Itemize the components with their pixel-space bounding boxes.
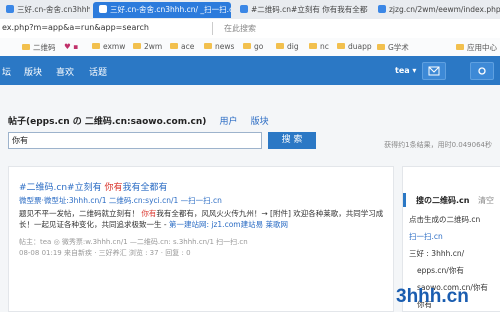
site-link[interactable]: 第一建站网: jz1.com建站易 莱歌网 xyxy=(169,220,288,229)
folder-icon xyxy=(170,43,178,49)
folder-icon xyxy=(133,43,141,49)
folder-icon xyxy=(276,43,284,49)
bookmark-item[interactable]: go xyxy=(243,42,263,51)
bookmark-item[interactable]: news xyxy=(204,42,234,51)
result-stats-line: 08-08 01:19 来自新疾 · 三好养汇 浏览 : 37 · 回复 : 0 xyxy=(19,249,191,257)
browser-tab-bar: 三好.cn-舍舍.cn3hhh.cn 三好.cn-舍舍.cn3hhh.cn/ _… xyxy=(0,0,500,20)
bookmarks-bar: 二维码 ♥ ▪ exmw 2wm ace news go dig nc duap… xyxy=(0,38,500,57)
page-favicon-icon xyxy=(6,5,14,13)
search-board-link[interactable]: 版块 xyxy=(251,117,269,127)
folder-icon xyxy=(337,43,345,49)
bookmark-item[interactable]: 应用中心 xyxy=(456,42,497,53)
page-favicon-icon xyxy=(99,5,107,13)
tab-label: 三好.cn-舍舍.cn3hhh.cn/ _扫一扫.cn xyxy=(110,5,231,14)
page-favicon-icon xyxy=(240,5,248,13)
nav-item-topics[interactable]: 话题 xyxy=(89,65,107,78)
sidebar-tabs: 搜の二维码.cn 清空 xyxy=(403,193,500,207)
result-count: 获得约1条结果，用时0.049064秒 xyxy=(384,141,492,149)
results-panel: #二维码.cn#立刻有 你有我有全都有 微型票·微型址:3hhh.cn/1 二维… xyxy=(8,166,394,312)
url-field[interactable]: ex.php?m=app&a=run&app=search xyxy=(2,23,149,32)
folder-icon xyxy=(377,44,385,50)
tab-zjzg[interactable]: zjzg.cn/2wm/eewm/index.php?s xyxy=(372,2,500,18)
result-meta-links[interactable]: 微型票·微型址:3hhh.cn/1 二维码.cn:syci.cn/1 —扫一扫.… xyxy=(19,195,222,206)
result-snippet: 题见不平一发帖，二维码就立刻有！ 你有我有全都有，风风火火传九州！→ [附件] … xyxy=(19,209,384,229)
bookmark-item[interactable]: 2wm xyxy=(133,42,162,51)
folder-icon xyxy=(456,44,464,50)
folder-icon xyxy=(22,44,30,50)
sidebar-clear-button[interactable]: 清空 xyxy=(478,195,494,206)
search-button[interactable]: 搜 索 xyxy=(268,132,316,149)
bookmark-item[interactable]: dig xyxy=(276,42,299,51)
folder-icon xyxy=(309,43,317,49)
site-nav-bar: 坛 版块 喜欢 话题 tea ▾ xyxy=(0,56,500,85)
nav-item-boards[interactable]: 版块 xyxy=(24,65,42,78)
bookmark-item[interactable]: duapp xyxy=(337,42,372,51)
bookmark-item[interactable]: ace xyxy=(170,42,194,51)
result-title-link[interactable]: #二维码.cn#立刻有 你有我有全都有 xyxy=(19,180,168,193)
sidebar-item[interactable]: 扫一扫.cn xyxy=(409,231,443,242)
tab-sanhao[interactable]: 三好.cn-舍舍.cn3hhh.cn xyxy=(0,2,90,18)
tab-label: #二维码.cn#立刻有 你有我有全都有 xyxy=(251,5,368,14)
watermark-logo: 3hhh.cn xyxy=(396,286,469,307)
bookmark-item[interactable]: exmw xyxy=(92,42,125,51)
sidebar-tab-history[interactable]: 搜の二维码.cn xyxy=(416,195,469,206)
search-heading: 帖子(epps.cn の 二维码.cn:saowo.com.cn) 用户 版块 xyxy=(8,117,269,127)
page-favicon-icon xyxy=(378,5,386,13)
folder-icon xyxy=(243,43,251,49)
sidebar-item[interactable]: epps.cn/你有 xyxy=(417,265,464,276)
folder-icon xyxy=(92,43,100,49)
tab-qrcode[interactable]: #二维码.cn#立刻有 你有我有全都有 xyxy=(234,2,368,18)
tab-active-sanhao[interactable]: 三好.cn-舍舍.cn3hhh.cn/ _扫一扫.cn xyxy=(93,2,231,18)
nav-item-forum[interactable]: 坛 xyxy=(2,65,11,78)
sidebar-item[interactable]: 三好 : 3hhh.cn/ xyxy=(409,248,464,259)
bookmark-item[interactable]: 二维码 xyxy=(22,42,56,53)
search-input[interactable]: 你有 xyxy=(8,132,262,149)
tab-label: 三好.cn-舍舍.cn3hhh.cn xyxy=(17,5,90,14)
sidebar-item[interactable]: 点击生成の二维码.cn xyxy=(409,214,480,225)
address-bar: ex.php?m=app&a=run&app=search 在此搜索 xyxy=(0,19,500,39)
settings-button[interactable] xyxy=(470,62,494,80)
tab-label: zjzg.cn/2wm/eewm/index.php?s xyxy=(389,5,500,14)
bookmark-item[interactable]: ♥ ▪ xyxy=(64,42,78,51)
result-author-line: 帖主：tea ◎ 微秀票:w.3hhh.cn/1 —二维码.cn: s.3hhh… xyxy=(19,238,248,246)
mail-button[interactable] xyxy=(422,62,446,80)
browser-search-field[interactable]: 在此搜索 xyxy=(224,23,256,34)
nav-item-likes[interactable]: 喜欢 xyxy=(56,65,74,78)
folder-icon xyxy=(204,43,212,49)
mail-icon xyxy=(428,66,440,76)
address-divider xyxy=(212,22,213,35)
user-menu[interactable]: tea ▾ xyxy=(395,66,416,75)
settings-icon xyxy=(478,67,486,75)
search-user-link[interactable]: 用户 xyxy=(220,117,238,127)
bookmark-item[interactable]: nc xyxy=(309,42,329,51)
bookmark-item[interactable]: G学术 xyxy=(377,42,409,53)
